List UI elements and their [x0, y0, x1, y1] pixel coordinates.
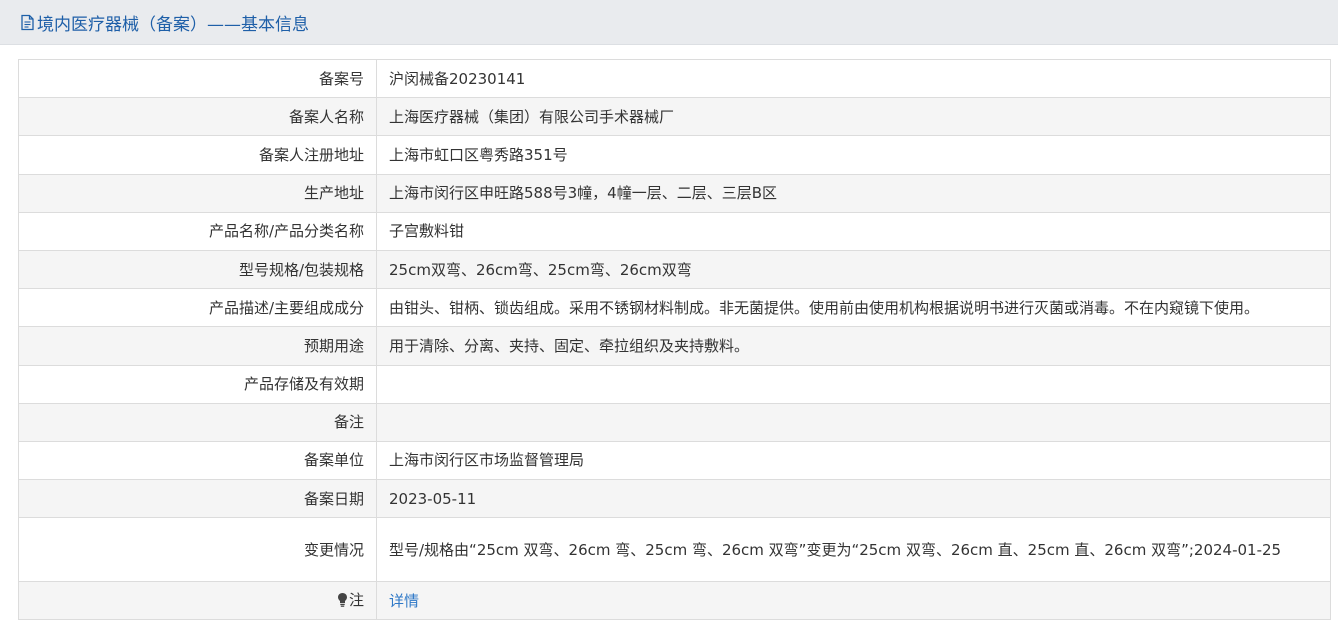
- row-value: [376, 402, 1331, 442]
- row-value: 上海医疗器械（集团）有限公司手术器械厂: [376, 97, 1331, 137]
- info-table-container: 备案号 沪闵械备20230141 备案人名称 上海医疗器械（集团）有限公司手术器…: [18, 58, 1331, 621]
- row-label: 变更情况: [18, 517, 377, 583]
- row-value: 2023-05-11: [376, 479, 1331, 519]
- note-value-cell: 详情: [376, 581, 1331, 621]
- row-value: [376, 364, 1331, 404]
- table-row: 备案日期 2023-05-11: [18, 479, 1331, 519]
- table-row: 产品描述/主要组成成分 由钳头、钳柄、锁齿组成。采用不锈钢材料制成。非无菌提供。…: [18, 288, 1331, 328]
- page-title: 境内医疗器械（备案）——基本信息: [37, 14, 309, 35]
- row-value: 子宫敷料钳: [376, 211, 1331, 251]
- row-value: 用于清除、分离、夹持、固定、牵拉组织及夹持敷料。: [376, 326, 1331, 366]
- row-label: 产品描述/主要组成成分: [18, 288, 377, 328]
- row-label: 预期用途: [18, 326, 377, 366]
- row-value: 由钳头、钳柄、锁齿组成。采用不锈钢材料制成。非无菌提供。使用前由使用机构根据说明…: [376, 288, 1331, 328]
- lightbulb-icon: [337, 589, 348, 615]
- note-label: 注: [348, 590, 364, 609]
- row-label: 备案人名称: [18, 97, 377, 137]
- row-label: 型号规格/包装规格: [18, 249, 377, 290]
- row-label: 生产地址: [18, 173, 377, 213]
- page-header: 境内医疗器械（备案）——基本信息: [0, 0, 1338, 45]
- row-value: 型号/规格由“25cm 双弯、26cm 弯、25cm 弯、26cm 双弯”变更为…: [376, 517, 1331, 583]
- row-label: 备案人注册地址: [18, 135, 377, 175]
- row-label: 产品名称/产品分类名称: [18, 211, 377, 251]
- row-value: 上海市虹口区粤秀路351号: [376, 135, 1331, 175]
- details-link[interactable]: 详情: [389, 592, 419, 610]
- note-row: 注 详情: [18, 581, 1331, 621]
- table-row: 预期用途 用于清除、分离、夹持、固定、牵拉组织及夹持敷料。: [18, 326, 1331, 366]
- info-table: 备案号 沪闵械备20230141 备案人名称 上海医疗器械（集团）有限公司手术器…: [18, 58, 1331, 621]
- table-row: 备案人注册地址 上海市虹口区粤秀路351号: [18, 135, 1331, 175]
- table-row: 备注: [18, 402, 1331, 442]
- table-row: 备案单位 上海市闵行区市场监督管理局: [18, 440, 1331, 481]
- row-label: 产品存储及有效期: [18, 364, 377, 404]
- row-label: 备案单位: [18, 440, 377, 481]
- table-row: 生产地址 上海市闵行区申旺路588号3幢，4幢一层、二层、三层B区: [18, 173, 1331, 213]
- table-row: 变更情况 型号/规格由“25cm 双弯、26cm 弯、25cm 弯、26cm 双…: [18, 517, 1331, 583]
- note-label-cell: 注: [18, 581, 377, 621]
- table-row: 型号规格/包装规格 25cm双弯、26cm弯、25cm弯、26cm双弯: [18, 249, 1331, 290]
- table-row: 备案号 沪闵械备20230141: [18, 58, 1331, 99]
- row-label: 备案号: [18, 58, 377, 99]
- row-value: 上海市闵行区申旺路588号3幢，4幢一层、二层、三层B区: [376, 173, 1331, 213]
- row-value: 25cm双弯、26cm弯、25cm弯、26cm双弯: [376, 249, 1331, 290]
- row-value: 沪闵械备20230141: [376, 58, 1331, 99]
- row-label: 备注: [18, 402, 377, 442]
- row-label: 备案日期: [18, 479, 377, 519]
- table-row: 产品名称/产品分类名称 子宫敷料钳: [18, 211, 1331, 251]
- table-row: 产品存储及有效期: [18, 364, 1331, 404]
- row-value: 上海市闵行区市场监督管理局: [376, 440, 1331, 481]
- document-icon: [20, 14, 35, 31]
- table-row: 备案人名称 上海医疗器械（集团）有限公司手术器械厂: [18, 97, 1331, 137]
